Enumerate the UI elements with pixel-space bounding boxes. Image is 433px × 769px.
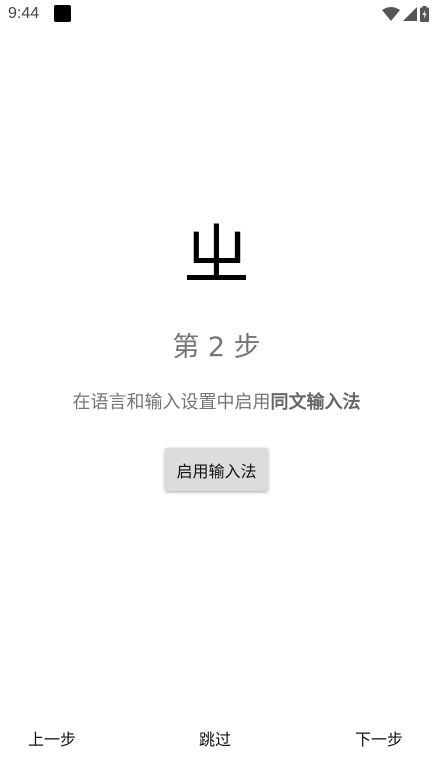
enable-ime-button[interactable]: 启用输入法 — [165, 448, 268, 491]
instruction-prefix: 在语言和输入设置中启用 — [72, 392, 271, 413]
hero-glyph: ㄓ — [182, 217, 251, 296]
bottom-nav: 上一步 跳过 下一步 — [0, 722, 433, 758]
cellular-signal-icon — [403, 7, 417, 21]
prev-step-button[interactable]: 上一步 — [28, 722, 76, 758]
notification-square-icon — [54, 5, 71, 22]
step-title: 第 2 步 — [172, 332, 261, 363]
skip-button[interactable]: 跳过 — [199, 722, 231, 758]
status-time: 9:44 — [8, 5, 40, 22]
next-step-button[interactable]: 下一步 — [355, 722, 403, 758]
instruction-text: 在语言和输入设置中启用同文输入法 — [0, 388, 433, 414]
battery-charging-icon — [420, 6, 429, 22]
status-bar: 9:44 — [0, 0, 433, 30]
wifi-icon — [382, 7, 400, 21]
status-icons — [382, 5, 429, 23]
instruction-emphasis: 同文输入法 — [270, 392, 361, 413]
